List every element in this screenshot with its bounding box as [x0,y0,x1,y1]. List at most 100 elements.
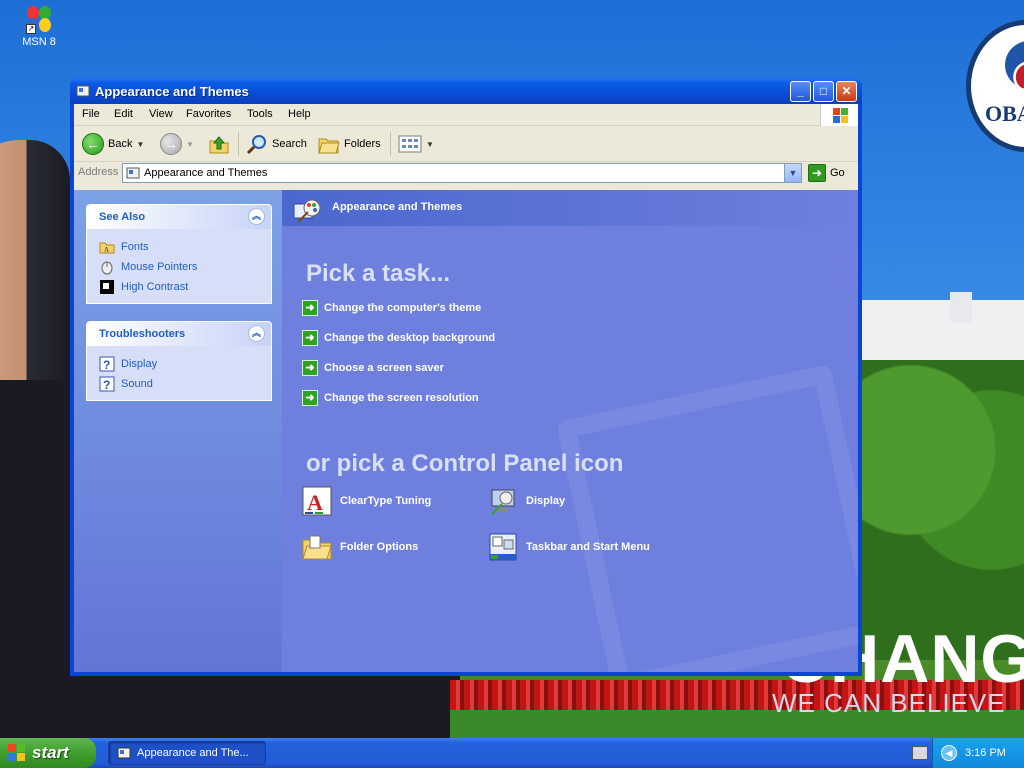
see-also-high-contrast[interactable]: High Contrast [99,277,259,297]
category-header: Appearance and Themes [282,190,858,226]
cp-icon-taskbar[interactable]: Taskbar and Start Menu [488,532,650,562]
explorer-window: Appearance and Themes _ □ ✕ File Edit Vi… [70,78,862,676]
control-panel-icon [126,167,140,179]
menu-file[interactable]: File [82,108,100,120]
show-hidden-icons-icon[interactable]: ◀ [941,745,957,761]
folder-options-icon [302,535,332,560]
svg-text:?: ? [103,378,110,392]
menu-help[interactable]: Help [288,108,311,120]
task-change-background[interactable]: ➜ Change the desktop background [302,330,495,346]
taskbar-icon [489,533,517,561]
address-bar: Address Appearance and Themes ▼ ➜ Go [74,162,858,184]
wallpaper-white-house-cupola [950,292,972,322]
menu-edit[interactable]: Edit [114,108,133,120]
troubleshooter-sound[interactable]: ? Sound [99,374,259,394]
start-label: start [32,743,69,762]
high-contrast-icon [100,280,114,294]
windows-flag-icon [8,744,26,762]
cp-icon-label: Display [526,495,566,507]
task-arrow-icon: ➜ [302,390,318,406]
troubleshooter-display-label: Display [121,358,158,370]
address-label: Address [78,166,119,178]
maximize-button[interactable]: □ [813,81,834,102]
collapse-chevron-icon[interactable]: ︽ [248,208,265,225]
troubleshooter-display[interactable]: ? Display [99,354,259,374]
menu-favorites[interactable]: Favorites [186,108,231,120]
desktop-icon-msn8[interactable]: ↗ MSN 8 [12,4,66,48]
see-also-fonts[interactable]: A Fonts [99,237,259,257]
keyboard-icon[interactable] [912,746,928,760]
task-screen-resolution[interactable]: ➜ Change the screen resolution [302,390,479,406]
obama-logo-text: OBAMA [985,101,1024,126]
display-icon [491,489,515,515]
window-body: File Edit View Favorites Tools Help ← Ba… [74,104,858,672]
see-also-mouse-pointers-label: Mouse Pointers [121,261,198,273]
obama-logo-emblem [1005,41,1024,89]
cp-icon-folder-options[interactable]: Folder Options [302,532,418,562]
see-also-mouse-pointers[interactable]: Mouse Pointers [99,257,259,277]
title-bar[interactable]: Appearance and Themes _ □ ✕ [70,78,862,104]
task-arrow-icon: ➜ [302,360,318,376]
taskbar-window-label: Appearance and The... [137,747,249,759]
back-arrow-icon: ← [82,133,104,155]
search-icon [246,135,266,155]
forward-button[interactable]: → ▼ [160,132,194,156]
task-change-theme[interactable]: ➜ Change the computer's theme [302,300,481,316]
taskbar: start Appearance and The... ◀ 3:16 PM [0,738,1024,768]
appearance-themes-icon [293,199,321,223]
see-also-header[interactable]: See Also ︽ [87,205,271,229]
forward-dropdown-icon: ▼ [186,139,194,149]
back-button[interactable]: ← Back ▼ [82,132,144,156]
category-title: Appearance and Themes [332,201,463,213]
go-arrow-icon: ➜ [808,164,826,182]
forward-arrow-icon: → [160,133,182,155]
taskbar-window-button[interactable]: Appearance and The... [108,741,266,765]
back-dropdown-icon[interactable]: ▼ [136,140,144,149]
mouse-icon [101,261,113,275]
minimize-button[interactable]: _ [790,81,811,102]
toolbar: ← Back ▼ → ▼ Search Folders ▼ [74,126,858,162]
troubleshooters-header[interactable]: Troubleshooters ︽ [87,322,271,346]
cp-icon-cleartype[interactable]: A ClearType Tuning [302,486,431,516]
search-button[interactable]: Search [246,132,307,156]
system-tray: ◀ 3:16 PM [932,738,1024,768]
svg-text:?: ? [103,358,110,372]
views-button[interactable]: ▼ [398,132,434,156]
menu-view[interactable]: View [149,108,173,120]
control-panel-icon [76,85,90,97]
see-also-panel: See Also ︽ A Fonts Mouse Pointers High C… [86,204,272,304]
collapse-chevron-icon[interactable]: ︽ [248,325,265,342]
troubleshooters-title: Troubleshooters [99,328,186,340]
up-folder-button[interactable] [208,132,230,156]
content-area: See Also ︽ A Fonts Mouse Pointers High C… [74,190,858,672]
troubleshooters-list: ? Display ? Sound [87,346,271,400]
windows-flag-icon [820,104,858,126]
task-arrow-icon: ➜ [302,300,318,316]
desktop-icon-label: MSN 8 [22,36,56,48]
task-label: Change the desktop background [324,332,496,344]
search-label: Search [272,138,307,150]
troubleshooter-sound-label: Sound [121,378,153,390]
cp-icon-display[interactable]: Display [488,486,565,516]
close-button[interactable]: ✕ [836,81,857,102]
address-dropdown-icon[interactable]: ▼ [784,164,801,182]
up-folder-icon [209,136,229,154]
go-button[interactable]: ➜ Go [808,164,845,182]
folders-button[interactable]: Folders [318,132,381,156]
menu-bar: File Edit View Favorites Tools Help [74,104,858,126]
toolbar-separator [390,132,391,156]
task-pane: See Also ︽ A Fonts Mouse Pointers High C… [74,190,282,672]
help-icon: ? [99,376,115,392]
svg-text:A: A [307,490,323,515]
troubleshooters-panel: Troubleshooters ︽ ? Display ? Sound [86,321,272,401]
clock[interactable]: 3:16 PM [965,747,1006,759]
task-screen-saver[interactable]: ➜ Choose a screen saver [302,360,444,376]
window-title: Appearance and Themes [95,84,249,99]
see-also-fonts-label: Fonts [121,241,149,253]
views-dropdown-icon: ▼ [426,139,434,149]
menu-tools[interactable]: Tools [247,108,273,120]
go-label: Go [830,167,845,179]
address-field[interactable]: Appearance and Themes ▼ [122,163,802,183]
address-value: Appearance and Themes [144,167,268,179]
start-button[interactable]: start [0,738,96,768]
